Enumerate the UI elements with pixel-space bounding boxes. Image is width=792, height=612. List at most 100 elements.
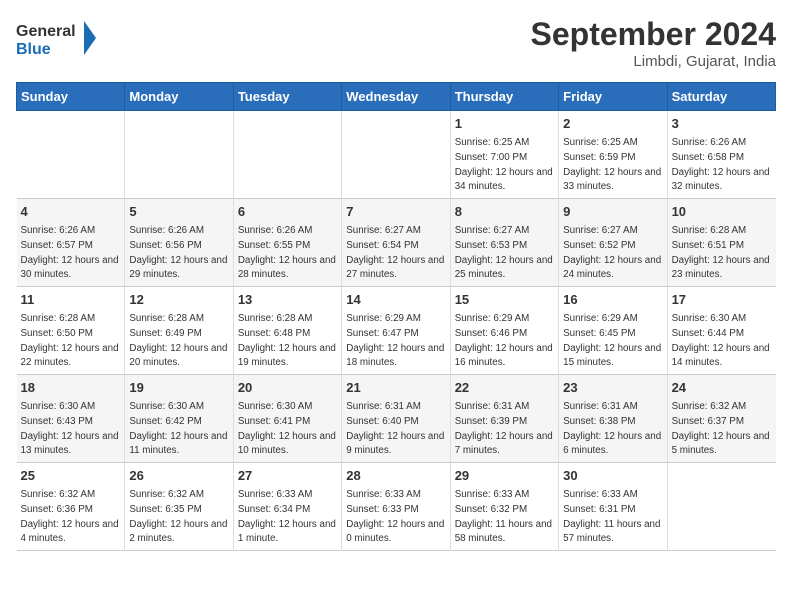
day-number: 28 <box>346 467 445 485</box>
daylight-info: Daylight: 11 hours and 57 minutes. <box>563 519 660 545</box>
sunset-info: Sunset: 7:00 PM <box>455 152 527 163</box>
day-number: 14 <box>346 291 445 309</box>
calendar-cell: 24 Sunrise: 6:32 AM Sunset: 6:37 PM Dayl… <box>667 375 775 463</box>
daylight-info: Daylight: 12 hours and 19 minutes. <box>238 343 336 369</box>
daylight-info: Daylight: 12 hours and 9 minutes. <box>346 431 444 457</box>
sunset-info: Sunset: 6:31 PM <box>563 504 635 515</box>
day-number: 12 <box>129 291 228 309</box>
sunset-info: Sunset: 6:46 PM <box>455 328 527 339</box>
day-number: 30 <box>563 467 662 485</box>
sunrise-info: Sunrise: 6:27 AM <box>563 225 638 236</box>
sunset-info: Sunset: 6:50 PM <box>21 328 93 339</box>
sunset-info: Sunset: 6:41 PM <box>238 416 310 427</box>
daylight-info: Daylight: 12 hours and 25 minutes. <box>455 255 553 281</box>
daylight-info: Daylight: 12 hours and 15 minutes. <box>563 343 661 369</box>
calendar-cell: 6 Sunrise: 6:26 AM Sunset: 6:55 PM Dayli… <box>233 199 341 287</box>
daylight-info: Daylight: 12 hours and 11 minutes. <box>129 431 227 457</box>
day-header-friday: Friday <box>559 83 667 111</box>
location: Limbdi, Gujarat, India <box>531 53 776 70</box>
sunset-info: Sunset: 6:47 PM <box>346 328 418 339</box>
day-header-wednesday: Wednesday <box>342 83 450 111</box>
sunset-info: Sunset: 6:43 PM <box>21 416 93 427</box>
sunrise-info: Sunrise: 6:28 AM <box>672 225 747 236</box>
sunrise-info: Sunrise: 6:32 AM <box>21 489 96 500</box>
logo: General Blue <box>16 16 96 60</box>
calendar-cell: 14 Sunrise: 6:29 AM Sunset: 6:47 PM Dayl… <box>342 287 450 375</box>
sunrise-info: Sunrise: 6:29 AM <box>346 313 421 324</box>
day-number: 25 <box>21 467 121 485</box>
day-header-tuesday: Tuesday <box>233 83 341 111</box>
sunrise-info: Sunrise: 6:28 AM <box>238 313 313 324</box>
sunrise-info: Sunrise: 6:33 AM <box>455 489 530 500</box>
sunset-info: Sunset: 6:38 PM <box>563 416 635 427</box>
sunset-info: Sunset: 6:54 PM <box>346 240 418 251</box>
daylight-info: Daylight: 12 hours and 13 minutes. <box>21 431 119 457</box>
calendar-week-5: 25 Sunrise: 6:32 AM Sunset: 6:36 PM Dayl… <box>17 463 776 551</box>
sunrise-info: Sunrise: 6:30 AM <box>21 401 96 412</box>
day-number: 15 <box>455 291 554 309</box>
calendar-cell: 18 Sunrise: 6:30 AM Sunset: 6:43 PM Dayl… <box>17 375 125 463</box>
title-area: September 2024 Limbdi, Gujarat, India <box>531 16 776 70</box>
month-title: September 2024 <box>531 16 776 53</box>
calendar-cell: 9 Sunrise: 6:27 AM Sunset: 6:52 PM Dayli… <box>559 199 667 287</box>
sunrise-info: Sunrise: 6:25 AM <box>563 137 638 148</box>
calendar-cell: 10 Sunrise: 6:28 AM Sunset: 6:51 PM Dayl… <box>667 199 775 287</box>
sunrise-info: Sunrise: 6:33 AM <box>346 489 421 500</box>
calendar-cell: 20 Sunrise: 6:30 AM Sunset: 6:41 PM Dayl… <box>233 375 341 463</box>
sunset-info: Sunset: 6:48 PM <box>238 328 310 339</box>
daylight-info: Daylight: 12 hours and 30 minutes. <box>21 255 119 281</box>
daylight-info: Daylight: 12 hours and 29 minutes. <box>129 255 227 281</box>
sunset-info: Sunset: 6:36 PM <box>21 504 93 515</box>
day-number: 29 <box>455 467 554 485</box>
sunrise-info: Sunrise: 6:33 AM <box>238 489 313 500</box>
day-number: 8 <box>455 203 554 221</box>
sunrise-info: Sunrise: 6:30 AM <box>672 313 747 324</box>
calendar-cell <box>667 463 775 551</box>
daylight-info: Daylight: 12 hours and 6 minutes. <box>563 431 661 457</box>
day-number: 26 <box>129 467 228 485</box>
sunset-info: Sunset: 6:34 PM <box>238 504 310 515</box>
day-number: 13 <box>238 291 337 309</box>
calendar-cell: 22 Sunrise: 6:31 AM Sunset: 6:39 PM Dayl… <box>450 375 558 463</box>
day-header-thursday: Thursday <box>450 83 558 111</box>
sunset-info: Sunset: 6:44 PM <box>672 328 744 339</box>
daylight-info: Daylight: 12 hours and 2 minutes. <box>129 519 227 545</box>
day-number: 9 <box>563 203 662 221</box>
daylight-info: Daylight: 11 hours and 58 minutes. <box>455 519 552 545</box>
day-number: 3 <box>672 115 772 133</box>
logo-svg: General Blue <box>16 16 96 60</box>
daylight-info: Daylight: 12 hours and 5 minutes. <box>672 431 770 457</box>
daylight-info: Daylight: 12 hours and 16 minutes. <box>455 343 553 369</box>
sunset-info: Sunset: 6:45 PM <box>563 328 635 339</box>
daylight-info: Daylight: 12 hours and 10 minutes. <box>238 431 336 457</box>
calendar-cell: 7 Sunrise: 6:27 AM Sunset: 6:54 PM Dayli… <box>342 199 450 287</box>
sunset-info: Sunset: 6:42 PM <box>129 416 201 427</box>
day-number: 22 <box>455 379 554 397</box>
calendar-cell: 15 Sunrise: 6:29 AM Sunset: 6:46 PM Dayl… <box>450 287 558 375</box>
calendar-cell: 30 Sunrise: 6:33 AM Sunset: 6:31 PM Dayl… <box>559 463 667 551</box>
calendar-cell <box>125 111 233 199</box>
sunrise-info: Sunrise: 6:27 AM <box>346 225 421 236</box>
daylight-info: Daylight: 12 hours and 27 minutes. <box>346 255 444 281</box>
sunset-info: Sunset: 6:32 PM <box>455 504 527 515</box>
header: General Blue September 2024 Limbdi, Guja… <box>16 16 776 70</box>
calendar-cell: 5 Sunrise: 6:26 AM Sunset: 6:56 PM Dayli… <box>125 199 233 287</box>
sunset-info: Sunset: 6:57 PM <box>21 240 93 251</box>
day-number: 1 <box>455 115 554 133</box>
sunrise-info: Sunrise: 6:32 AM <box>672 401 747 412</box>
sunrise-info: Sunrise: 6:32 AM <box>129 489 204 500</box>
day-number: 27 <box>238 467 337 485</box>
calendar-cell: 17 Sunrise: 6:30 AM Sunset: 6:44 PM Dayl… <box>667 287 775 375</box>
daylight-info: Daylight: 12 hours and 34 minutes. <box>455 167 553 193</box>
daylight-info: Daylight: 12 hours and 18 minutes. <box>346 343 444 369</box>
day-number: 20 <box>238 379 337 397</box>
calendar-week-4: 18 Sunrise: 6:30 AM Sunset: 6:43 PM Dayl… <box>17 375 776 463</box>
calendar-cell: 27 Sunrise: 6:33 AM Sunset: 6:34 PM Dayl… <box>233 463 341 551</box>
daylight-info: Daylight: 12 hours and 1 minute. <box>238 519 336 545</box>
calendar-cell: 23 Sunrise: 6:31 AM Sunset: 6:38 PM Dayl… <box>559 375 667 463</box>
day-number: 23 <box>563 379 662 397</box>
calendar-cell: 19 Sunrise: 6:30 AM Sunset: 6:42 PM Dayl… <box>125 375 233 463</box>
calendar-cell <box>17 111 125 199</box>
day-number: 2 <box>563 115 662 133</box>
calendar-cell <box>233 111 341 199</box>
